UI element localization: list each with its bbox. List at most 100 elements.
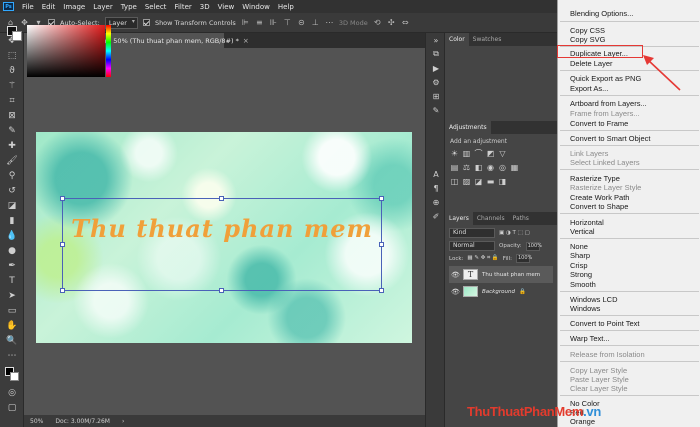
3d-orbit-icon[interactable]: ⟲ — [373, 18, 382, 27]
menu-item-aa-strong[interactable]: Strong — [570, 270, 592, 279]
marquee-tool-icon[interactable]: ⬚ — [0, 48, 24, 63]
menu-item-copy-svg[interactable]: Copy SVG — [570, 35, 605, 44]
selective-color-icon[interactable]: ◨ — [498, 177, 507, 186]
eyedropper-tool-icon[interactable]: ✎ — [0, 123, 24, 138]
layer-row-text[interactable]: 👁 T Thu thuat phan mem — [449, 266, 553, 283]
menu-item-warp-text[interactable]: Warp Text... — [570, 334, 610, 343]
menu-type[interactable]: Type — [117, 3, 141, 11]
brush-settings-icon[interactable]: ✎ — [426, 103, 446, 117]
transform-handle[interactable] — [60, 242, 65, 247]
stamp-tool-icon[interactable]: ⚲ — [0, 168, 24, 183]
menu-item-export-as[interactable]: Export As... — [570, 84, 608, 93]
gradient-map-icon[interactable]: ▬ — [486, 177, 495, 186]
blend-mode-select[interactable]: Normal — [449, 241, 495, 251]
tab-paths[interactable]: Paths — [509, 212, 533, 225]
brush-tool-icon[interactable]: 🖌 — [0, 153, 24, 168]
quick-mask-icon[interactable]: ◎ — [0, 385, 24, 400]
layer-name[interactable]: Background — [482, 289, 515, 295]
menu-item-windows-lcd[interactable]: Windows LCD — [570, 295, 618, 304]
hue-slider[interactable] — [106, 25, 111, 77]
paragraph-icon[interactable]: ¶ — [426, 181, 446, 195]
vibrance-icon[interactable]: ▽ — [498, 149, 507, 158]
tab-swatches[interactable]: Swatches — [469, 33, 506, 46]
threshold-icon[interactable]: ◪ — [474, 177, 483, 186]
menu-item-aa-none[interactable]: None — [570, 242, 588, 251]
libraries-icon[interactable]: ⊞ — [426, 89, 446, 103]
color-picker-field[interactable] — [27, 25, 105, 77]
blur-tool-icon[interactable]: 💧 — [0, 228, 24, 243]
background-color-icon[interactable] — [10, 372, 19, 381]
align-center-icon[interactable]: ≡ — [255, 18, 264, 27]
eraser-tool-icon[interactable]: ◪ — [0, 198, 24, 213]
tab-adjustments[interactable]: Adjustments — [445, 121, 491, 134]
black-white-icon[interactable]: ◧ — [474, 163, 483, 172]
character-icon[interactable]: A — [426, 167, 446, 181]
paths-panel-icon[interactable]: ✐ — [426, 209, 446, 223]
menu-filter[interactable]: Filter — [170, 3, 195, 11]
transform-handle[interactable] — [379, 288, 384, 293]
transform-handle[interactable] — [379, 196, 384, 201]
frame-tool-icon[interactable]: ⊠ — [0, 108, 24, 123]
tab-color[interactable]: Color — [445, 33, 469, 46]
transform-handle[interactable] — [60, 288, 65, 293]
eye-icon[interactable]: 👁 — [451, 288, 460, 296]
layer-name[interactable]: Thu thuat phan mem — [482, 272, 540, 278]
align-right-icon[interactable]: ⊪ — [269, 18, 278, 27]
lock-icons[interactable]: ▦ ✎ ✥ ⌗ 🔒 — [467, 255, 498, 262]
menu-layer[interactable]: Layer — [89, 3, 117, 11]
eye-icon[interactable]: 👁 — [451, 271, 460, 279]
menu-item-create-work-path[interactable]: Create Work Path — [570, 193, 629, 202]
menu-item-vertical[interactable]: Vertical — [570, 227, 595, 236]
hand-tool-icon[interactable]: ✋ — [0, 318, 24, 333]
transform-bounding-box[interactable] — [62, 198, 382, 291]
menu-item-convert-to-frame[interactable]: Convert to Frame — [570, 119, 628, 128]
history-icon[interactable]: ⧉ — [426, 47, 446, 61]
collapse-icon[interactable]: » — [426, 33, 446, 47]
menu-item-delete-layer[interactable]: Delete Layer — [570, 59, 613, 68]
zoom-tool-icon[interactable]: 🔍 — [0, 333, 24, 348]
tab-channels[interactable]: Channels — [473, 212, 509, 225]
menu-item-rasterize-type[interactable]: Rasterize Type — [570, 174, 620, 183]
menu-item-aa-crisp[interactable]: Crisp — [570, 261, 588, 270]
menu-item-horizontal[interactable]: Horizontal — [570, 218, 604, 227]
menu-item-quick-export-png[interactable]: Quick Export as PNG — [570, 74, 641, 83]
hue-saturation-icon[interactable]: ▤ — [450, 163, 459, 172]
menu-window[interactable]: Window — [238, 3, 274, 11]
layer-row-background[interactable]: 👁 Background 🔒 — [449, 283, 553, 300]
levels-icon[interactable]: ▥ — [462, 149, 471, 158]
photo-filter-icon[interactable]: ◉ — [486, 163, 495, 172]
filter-icons[interactable]: ▣ ◑ T ⬚ ▢ — [499, 230, 530, 236]
menu-item-artboard-from-layers[interactable]: Artboard from Layers... — [570, 99, 647, 108]
brightness-icon[interactable]: ☀ — [450, 149, 459, 158]
menu-view[interactable]: View — [214, 3, 239, 11]
menu-select[interactable]: Select — [141, 3, 171, 11]
color-balance-icon[interactable]: ⚖ — [462, 163, 471, 172]
menu-item-copy-css[interactable]: Copy CSS — [570, 26, 605, 35]
properties-icon[interactable]: ⚙ — [426, 75, 446, 89]
tab-layers[interactable]: Layers — [445, 212, 473, 225]
menu-item-windows[interactable]: Windows — [570, 304, 600, 313]
color-swatches-icon[interactable] — [0, 363, 24, 385]
curves-icon[interactable]: ⌒ — [474, 149, 483, 158]
screen-mode-icon[interactable]: ▢ — [0, 400, 24, 415]
align-middle-icon[interactable]: ⊝ — [297, 18, 306, 27]
menu-item-convert-to-point-text[interactable]: Convert to Point Text — [570, 319, 639, 328]
align-bottom-icon[interactable]: ⊥ — [311, 18, 320, 27]
lasso-tool-icon[interactable]: ϑ — [0, 63, 24, 78]
menu-item-convert-to-shape[interactable]: Convert to Shape — [570, 202, 628, 211]
3d-slide-icon[interactable]: ⇔ — [401, 18, 410, 27]
transform-handle[interactable] — [379, 242, 384, 247]
channel-mixer-icon[interactable]: ◎ — [498, 163, 507, 172]
background-color-swatch[interactable] — [12, 31, 22, 41]
invert-icon[interactable]: ◫ — [450, 177, 459, 186]
type-tool-icon[interactable]: T — [0, 273, 24, 288]
history-brush-tool-icon[interactable]: ↺ — [0, 183, 24, 198]
menu-file[interactable]: File — [18, 3, 38, 11]
menu-item-aa-smooth[interactable]: Smooth — [570, 280, 596, 289]
transform-handle[interactable] — [60, 196, 65, 201]
menu-edit[interactable]: Edit — [38, 3, 60, 11]
glyphs-icon[interactable]: ⊕ — [426, 195, 446, 209]
align-top-icon[interactable]: ⊤ — [283, 18, 292, 27]
fill-input[interactable]: 100% — [515, 254, 532, 263]
gradient-tool-icon[interactable]: ▮ — [0, 213, 24, 228]
